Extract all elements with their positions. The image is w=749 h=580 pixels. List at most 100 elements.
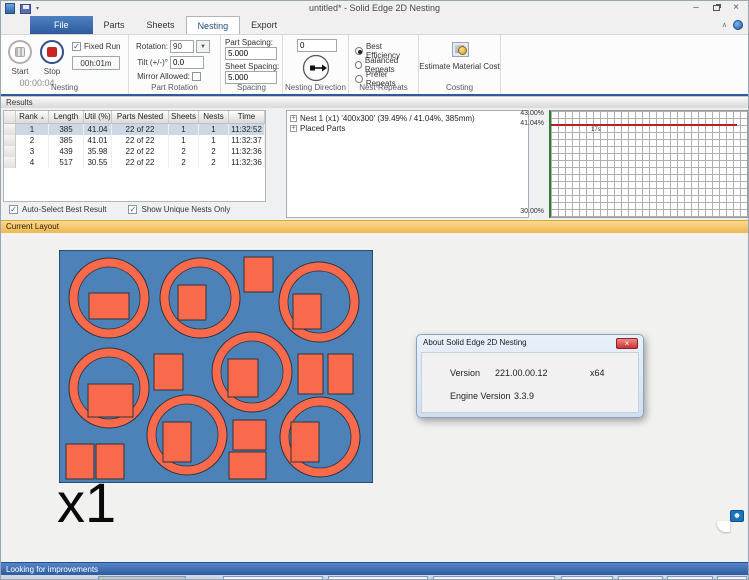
tree-item-placed-parts[interactable]: + Placed Parts: [290, 123, 525, 133]
table-cell: 385: [49, 135, 84, 146]
show-unique-checkbox[interactable]: ✓: [128, 205, 137, 214]
tab-parts[interactable]: Parts: [93, 16, 136, 34]
table-cell: 439: [49, 146, 84, 157]
rect-part: [244, 257, 273, 292]
column-sheets[interactable]: Sheets: [169, 111, 199, 123]
tab-sheets[interactable]: Sheets: [136, 16, 186, 34]
tilt-input[interactable]: [170, 56, 204, 69]
row-selector[interactable]: [4, 157, 16, 168]
tilt-label: Tilt (+/-)°: [132, 58, 168, 67]
column-time[interactable]: Time: [229, 111, 265, 123]
nesting-sheet[interactable]: [59, 250, 373, 483]
rect-part: [89, 293, 129, 319]
engine-version-value: 3.3.9: [514, 391, 534, 401]
results-caption: Results: [1, 96, 748, 108]
rect-part: [233, 420, 266, 450]
table-row[interactable]: 138541.0422 of 221111:32:52: [4, 124, 265, 135]
table-cell: 35.98: [84, 146, 112, 157]
tree-item-nest[interactable]: + Nest 1 (x1) '400x300' (39.49% / 41.04%…: [290, 113, 525, 123]
tab-nesting[interactable]: Nesting: [186, 16, 241, 34]
column-length[interactable]: Length: [49, 111, 84, 123]
tab-export[interactable]: Export: [240, 16, 288, 34]
expand-icon[interactable]: +: [290, 125, 297, 132]
fixed-run-checkbox[interactable]: ✓: [72, 42, 81, 51]
sort-asc-icon: ▲: [40, 115, 45, 121]
part-spacing-label: Part Spacing:: [225, 38, 273, 47]
results-panel: Rank▲ Length Util (%) Parts Nested Sheet…: [1, 108, 748, 220]
current-layout-caption: Current Layout: [1, 220, 748, 233]
stop-button[interactable]: [40, 40, 64, 64]
rect-part: [328, 354, 353, 394]
table-cell: 1: [199, 135, 229, 146]
table-cell: 517: [49, 157, 84, 168]
version-value: 221.00.00.12: [495, 368, 548, 378]
table-row[interactable]: 343935.9822 of 222211:32:36: [4, 146, 265, 157]
table-cell: 41.04: [84, 124, 112, 135]
ribbon-tabs: File Parts Sheets Nesting Export ∧: [1, 17, 748, 35]
rect-part: [229, 452, 266, 479]
rotation-select[interactable]: 90: [170, 40, 194, 53]
part-spacing-input[interactable]: [225, 47, 277, 60]
table-cell: 30.55: [84, 157, 112, 168]
restore-icon: [713, 5, 720, 11]
row-selector[interactable]: [4, 135, 16, 146]
estimate-cost-icon[interactable]: [452, 42, 469, 57]
table-header[interactable]: Rank▲ Length Util (%) Parts Nested Sheet…: [4, 111, 265, 124]
table-cell: 41.01: [84, 135, 112, 146]
teamviewer-icon[interactable]: [730, 510, 744, 522]
taskbar-fragment: [328, 576, 428, 580]
taskbar-sliver: [1, 575, 748, 580]
radio-balanced-repeats[interactable]: [355, 61, 362, 69]
maximize-button[interactable]: [706, 1, 726, 15]
dialog-close-button[interactable]: ×: [616, 338, 638, 349]
table-cell: 22 of 22: [112, 135, 169, 146]
group-nest-repeats: Best Efficiency Balanced Repeats Prefer …: [349, 35, 419, 94]
help-icon[interactable]: [733, 20, 743, 30]
start-button[interactable]: [8, 40, 32, 64]
utilization-line: [551, 124, 737, 126]
direction-angle-input[interactable]: [297, 39, 337, 52]
table-row[interactable]: 451730.5522 of 222211:32:36: [4, 157, 265, 168]
rect-part: [88, 384, 133, 417]
about-dialog[interactable]: About Solid Edge 2D Nesting × Version 22…: [416, 334, 644, 418]
direction-arrow-icon[interactable]: [302, 54, 330, 82]
column-util[interactable]: Util (%): [84, 111, 112, 123]
table-cell: 11:32:37: [229, 135, 265, 146]
taskbar-fragment: [223, 576, 323, 580]
results-table[interactable]: Rank▲ Length Util (%) Parts Nested Sheet…: [3, 110, 266, 202]
chevron-down-icon[interactable]: ▼: [196, 40, 210, 53]
column-parts-nested[interactable]: Parts Nested: [112, 111, 169, 123]
column-nests[interactable]: Nests: [199, 111, 229, 123]
tick-top: 43.00%: [520, 110, 544, 117]
table-cell: 11:32:36: [229, 157, 265, 168]
table-cell: 11:32:36: [229, 146, 265, 157]
duration-field[interactable]: 00h:01m: [72, 56, 120, 70]
group-spacing: Part Spacing: Sheet Spacing: Spacing: [221, 35, 283, 94]
mirror-allowed-checkbox[interactable]: [192, 72, 201, 81]
auto-select-checkbox[interactable]: ✓: [9, 205, 18, 214]
tab-file[interactable]: File: [30, 16, 93, 34]
estimate-cost-button[interactable]: Estimate Material Cost: [419, 62, 500, 71]
rect-part: [291, 422, 319, 462]
taskbar-fragment: [717, 576, 747, 580]
group-label-part-rotation: Part Rotation: [129, 83, 220, 92]
results-options: ✓ Auto-Select Best Result ✓ Show Unique …: [9, 205, 230, 214]
tree-item-nest-label: Nest 1 (x1) '400x300' (39.49% / 41.04%, …: [300, 114, 475, 123]
chart-annotation: 17s: [591, 127, 601, 133]
expand-icon[interactable]: +: [290, 115, 297, 122]
radio-best-efficiency[interactable]: [355, 47, 363, 55]
title-bar: ▾ untitled* - Solid Edge 2D Nesting – ×: [1, 1, 748, 17]
minimize-button[interactable]: –: [686, 1, 706, 15]
table-row[interactable]: 238541.0122 of 221111:32:37: [4, 135, 265, 146]
row-selector[interactable]: [4, 146, 16, 157]
show-unique-label: Show Unique Nests Only: [141, 205, 230, 214]
row-selector[interactable]: [4, 124, 16, 135]
collapse-ribbon-icon[interactable]: ∧: [722, 21, 727, 29]
group-nesting: Start Stop ✓ Fixed Run 00h:01m 00:00:04 …: [1, 35, 129, 94]
group-part-rotation: Rotation: 90 ▼ Tilt (+/-)° Mirror Allowe…: [129, 35, 221, 94]
close-button[interactable]: ×: [726, 1, 746, 15]
nest-tree[interactable]: + Nest 1 (x1) '400x300' (39.49% / 41.04%…: [286, 110, 529, 218]
column-rank[interactable]: Rank▲: [16, 111, 49, 123]
window-title: untitled* - Solid Edge 2D Nesting: [1, 3, 748, 13]
radio-prefer-repeats[interactable]: [355, 75, 363, 83]
